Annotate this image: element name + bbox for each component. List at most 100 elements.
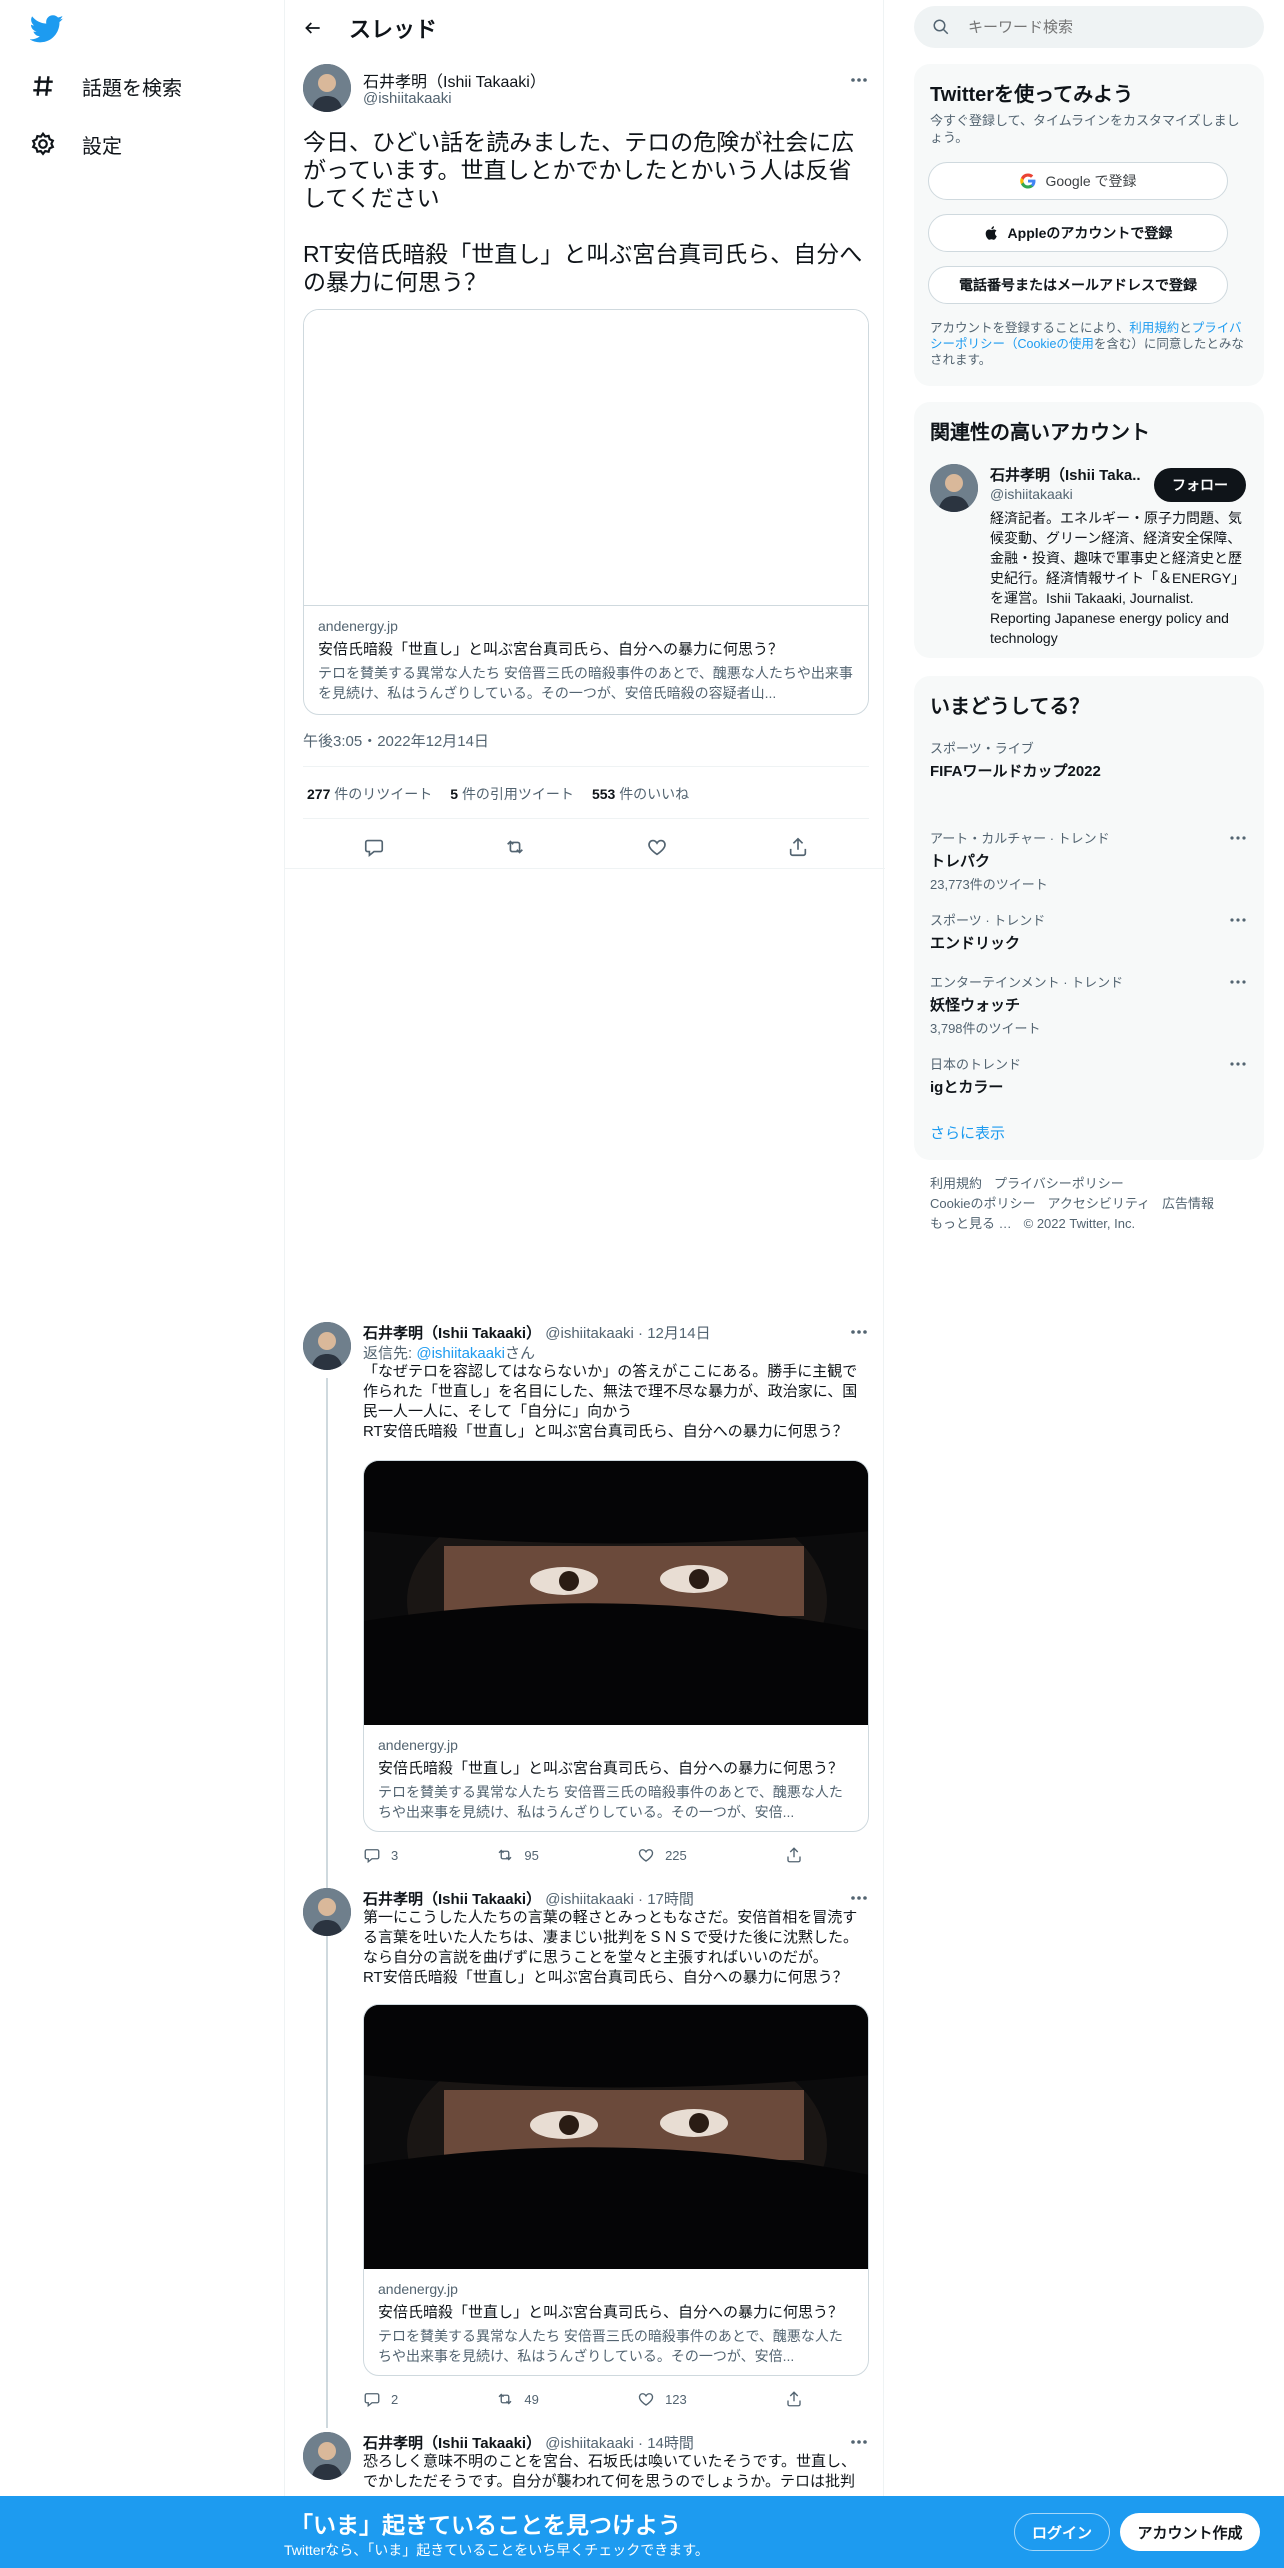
nav-explore[interactable]: 話題を検索: [30, 64, 182, 108]
search-bar[interactable]: [914, 6, 1264, 48]
more-icon[interactable]: [1228, 972, 1248, 992]
reply-icon: [364, 1849, 380, 1864]
footer-terms-link[interactable]: 利用規約: [930, 1176, 982, 1191]
copyright: © 2022 Twitter, Inc.: [1023, 1216, 1136, 1231]
share-icon[interactable]: [787, 836, 809, 858]
tweet-time[interactable]: 14時間: [647, 2435, 694, 2452]
search-input[interactable]: [968, 18, 1228, 36]
back-arrow-icon[interactable]: [303, 18, 323, 38]
like-icon[interactable]: [646, 836, 668, 858]
more-icon[interactable]: [849, 70, 869, 90]
nav-settings[interactable]: 設定: [30, 122, 122, 166]
reply-action[interactable]: 2: [363, 2390, 398, 2408]
account-handle[interactable]: @ishiitakaaki: [990, 486, 1073, 502]
signup-panel: Twitterを使ってみよう 今すぐ登録して、タイムラインをカスタマイズしましょ…: [914, 64, 1264, 386]
more-icon[interactable]: [849, 2432, 869, 2452]
author-handle[interactable]: @ishiitakaaki: [545, 1325, 634, 1342]
card-image: [364, 1461, 868, 1725]
signup-subtitle: 今すぐ登録して、タイムラインをカスタマイズしましょう。: [930, 113, 1240, 145]
more-icon[interactable]: [1228, 910, 1248, 930]
retweet-icon: [498, 1849, 512, 1861]
author-handle[interactable]: @ishiitakaaki: [545, 1891, 634, 1908]
share-action[interactable]: [785, 2390, 803, 2408]
google-signup-button[interactable]: Google で登録: [928, 162, 1228, 200]
tweet-text: 恐ろしく意味不明のことを宮台、石坂氏は喚いていたそうです。世直し、でかしただそう…: [363, 2453, 857, 2490]
footer-privacy-link[interactable]: プライバシーポリシー: [994, 1176, 1124, 1191]
signup-title: Twitterを使ってみよう: [930, 84, 1134, 106]
author-name[interactable]: 石井孝明（Ishii Takaaki）: [363, 2435, 541, 2452]
author-handle[interactable]: @ishiitakaaki: [545, 2435, 634, 2452]
more-icon[interactable]: [849, 1888, 869, 1908]
trend-item[interactable]: スポーツ・ライブ FIFAワールドカップ2022: [930, 738, 1248, 781]
login-button[interactable]: ログイン: [1014, 2513, 1110, 2551]
phone-signup-button[interactable]: 電話番号またはメールアドレスで登録: [928, 266, 1228, 304]
link-card[interactable]: andenergy.jp 安倍氏暗殺「世直し」と叫ぶ宮台真司氏ら、自分への暴力に…: [303, 309, 869, 715]
retweet-action[interactable]: 49: [496, 2390, 539, 2408]
avatar[interactable]: [303, 64, 351, 112]
create-account-button[interactable]: アカウント作成: [1120, 2513, 1260, 2551]
more-icon[interactable]: [1228, 1054, 1248, 1074]
twitter-logo-icon[interactable]: [30, 12, 66, 48]
footer-ads-link[interactable]: 広告情報: [1162, 1196, 1214, 1211]
phone-signup-label: 電話番号またはメールアドレスで登録: [959, 277, 1197, 293]
tweet-actions: [303, 832, 869, 862]
signup-bottom-bar: 「いま」起きていることを見つけよう Twitterなら、「いま」起きていることを…: [0, 2496, 1284, 2568]
thread-column: スレッド 石井孝明（Ishii Takaaki） @ishiitakaaki 今…: [284, 0, 885, 2568]
link-card[interactable]: andenergy.jp 安倍氏暗殺「世直し」と叫ぶ宮台真司氏ら、自分への暴力に…: [363, 1460, 869, 1832]
tweet-time[interactable]: 12月14日: [647, 1325, 710, 1342]
bottom-bar-subtitle: Twitterなら、「いま」起きていることをいち早くチェックできます。: [284, 2542, 709, 2558]
page-title: スレッド: [349, 17, 438, 42]
tweet-timestamp[interactable]: 午後3:05・2022年12月14日: [303, 730, 489, 751]
google-signup-label: Google で登録: [1045, 173, 1137, 189]
reply-icon[interactable]: [363, 836, 385, 858]
follow-button[interactable]: フォロー: [1154, 468, 1246, 502]
like-action[interactable]: 225: [637, 1846, 687, 1864]
card-domain: andenergy.jp: [378, 2281, 458, 2297]
share-icon: [787, 2391, 801, 2407]
gear-icon: [31, 131, 55, 156]
tweet-time[interactable]: 17時間: [647, 1891, 694, 1908]
reply-icon: [364, 2393, 380, 2408]
like-icon: [638, 2393, 654, 2406]
legal-notice: アカウントを登録することにより、利用規約とプライバシーポリシー（Cookieの使…: [930, 321, 1244, 367]
author-name[interactable]: 石井孝明（Ishii Takaaki）: [363, 1325, 541, 1342]
footer-accessibility-link[interactable]: アクセシビリティ: [1047, 1196, 1150, 1211]
like-action[interactable]: 123: [637, 2390, 687, 2408]
more-icon[interactable]: [1228, 828, 1248, 848]
author-name[interactable]: 石井孝明（Ishii Takaaki）: [363, 1891, 541, 1908]
more-icon[interactable]: [849, 1322, 869, 1342]
tweet-header: 石井孝明（Ishii Takaaki） @ishiitakaaki · 14時間: [363, 2435, 694, 2452]
quote-count[interactable]: 5 件の引用ツイート: [450, 784, 574, 804]
author-handle[interactable]: @ishiitakaaki: [363, 90, 452, 107]
avatar[interactable]: [303, 1322, 351, 1370]
retweet-count[interactable]: 277 件のリツイート: [307, 784, 432, 804]
apple-signup-button[interactable]: Appleのアカウントで登録: [928, 214, 1228, 252]
share-action[interactable]: [785, 1846, 803, 1864]
card-description: テロを賛美する異常な人たち 安倍晋三氏の暗殺事件のあとで、醜悪な人たちや出来事を…: [378, 2328, 843, 2364]
footer-more-link[interactable]: もっと見る …: [930, 1216, 1012, 1231]
trend-item[interactable]: スポーツ · トレンド エンドリック: [930, 910, 1248, 953]
reply-mention-link[interactable]: @ishiitakaaki: [416, 1345, 505, 1362]
nav-explore-label: 話題を検索: [82, 77, 182, 100]
avatar[interactable]: [303, 2432, 351, 2480]
divider: [303, 766, 869, 767]
like-icon: [638, 1849, 654, 1862]
trend-item[interactable]: 日本のトレンド igとカラー: [930, 1054, 1248, 1097]
retweet-icon[interactable]: [504, 836, 526, 858]
show-more-link[interactable]: さらに表示: [930, 1122, 1005, 1143]
avatar[interactable]: [930, 464, 978, 512]
trend-item[interactable]: アート・カルチャー · トレンド トレパク 23,773件のツイート: [930, 828, 1248, 893]
apple-icon: [985, 226, 997, 240]
link-card[interactable]: andenergy.jp 安倍氏暗殺「世直し」と叫ぶ宮台真司氏ら、自分への暴力に…: [363, 2004, 869, 2376]
like-count[interactable]: 553 件のいいね: [592, 784, 689, 804]
search-icon: [933, 19, 949, 35]
retweet-action[interactable]: 95: [496, 1846, 539, 1864]
reply-action[interactable]: 3: [363, 1846, 398, 1864]
author-name[interactable]: 石井孝明（Ishii Takaaki）: [363, 68, 546, 92]
avatar[interactable]: [303, 1888, 351, 1936]
terms-link[interactable]: 利用規約: [1129, 321, 1179, 335]
footer-cookie-link[interactable]: Cookieのポリシー: [930, 1196, 1035, 1211]
trend-item[interactable]: エンターテインメント · トレンド 妖怪ウォッチ 3,798件のツイート: [930, 972, 1248, 1037]
replying-to: 返信先: @ishiitakaakiさん: [363, 1345, 535, 1362]
account-name[interactable]: 石井孝明（Ishii Taka...: [990, 464, 1140, 485]
